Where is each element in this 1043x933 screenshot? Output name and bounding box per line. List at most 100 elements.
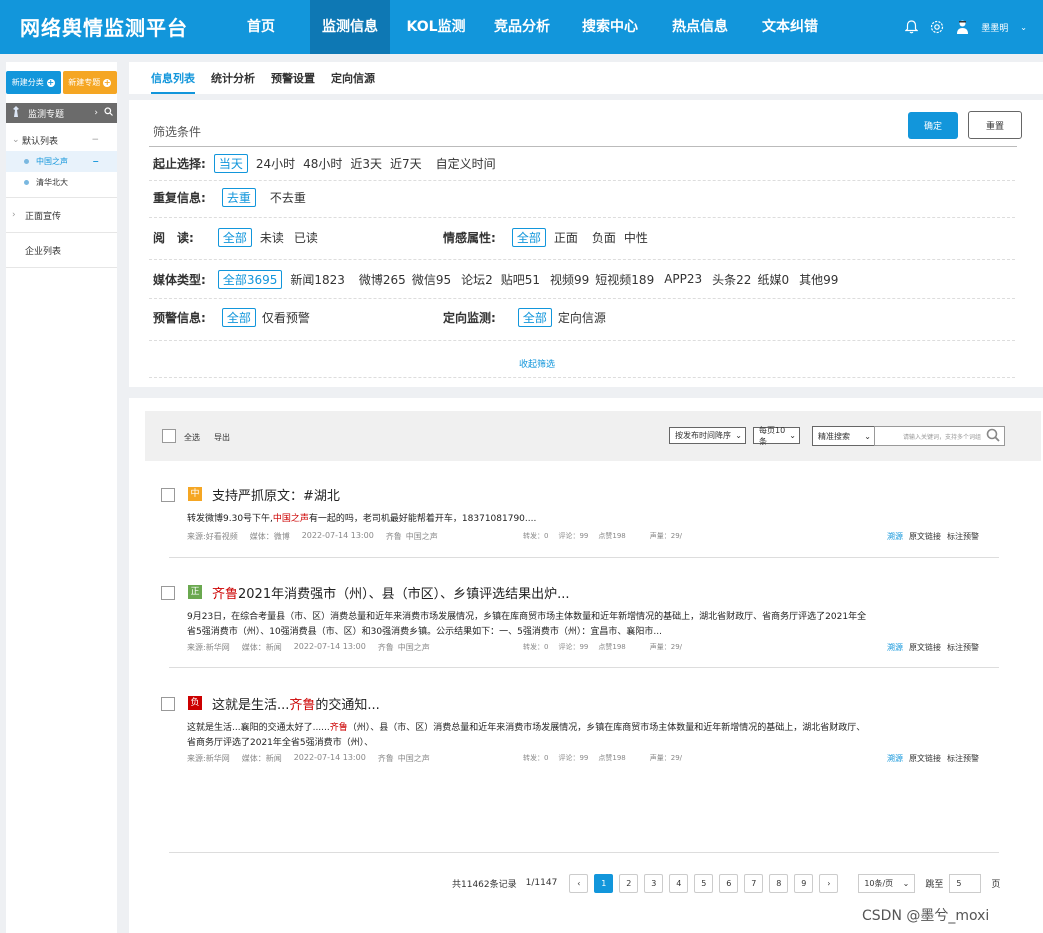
original-link[interactable]: 原文链接 [909,642,941,653]
filter-option[interactable]: 近3天 [350,155,382,172]
item-checkbox[interactable] [161,586,175,600]
filter-option[interactable]: 纸媒0 [757,271,789,288]
page-size-select[interactable]: 10条/页 ⌄ [858,873,916,893]
tree-positive-publicity[interactable]: › 正面宣传 [6,202,117,228]
page-button[interactable]: 1 [594,873,614,893]
page-button[interactable]: 4 [669,873,689,893]
tree-enterprise-list[interactable]: 企业列表 [6,237,117,263]
search-mode-select[interactable]: 精准搜索 ⌄ [812,426,875,446]
tree-item-china-voice[interactable]: 中国之声 − [6,151,117,172]
trace-source-link[interactable]: 溯源 [887,531,903,542]
new-category-button[interactable]: 新建分类 + [6,71,61,94]
tree-default-list[interactable]: ⌄ 默认列表 − [6,129,117,151]
nav-competitor[interactable]: 竞品分析 [484,0,560,54]
filter-option[interactable]: 微信95 [412,271,451,288]
filter-option[interactable]: 中性 [624,229,648,246]
export-button[interactable]: 导出 [214,432,230,443]
page-button[interactable]: 9 [794,873,814,893]
item-title[interactable]: 支持严抓原文：#湖北 [212,485,340,504]
filter-option[interactable]: APP23 [664,272,702,286]
filter-option[interactable]: 其他99 [799,271,838,288]
chevron-right-icon[interactable]: › [12,210,25,220]
mark-alert-link[interactable]: 标注预警 [947,753,979,764]
original-link[interactable]: 原文链接 [909,753,941,764]
filter-option[interactable]: 去重 [221,187,256,207]
filter-option[interactable]: 负面 [592,229,616,246]
nav-monitor-info[interactable]: 监测信息 [310,0,390,54]
sort-select[interactable]: 按发布时间降序 ⌄ [669,427,746,444]
collapse-filter-link[interactable]: 收起筛选 [519,357,555,370]
select-all-label[interactable]: 全选 [184,432,200,443]
filter-option[interactable]: 正面 [554,229,578,246]
tab-directed-sources[interactable]: 定向信源 [331,62,375,94]
page-button[interactable]: 5 [694,873,714,893]
filter-option[interactable]: 全部 [511,227,546,247]
item-title[interactable]: 这就是生活...齐鲁的交通知... [212,694,380,713]
new-topic-button[interactable]: 新建专题 + [62,71,117,94]
search-icon[interactable] [104,107,113,119]
nav-kol[interactable]: KOL监测 [394,0,478,54]
item-title[interactable]: 齐鲁2021年消费强市（州）、县（市区）、乡镇评选结果出炉... [212,583,570,602]
page-button[interactable]: 6 [719,873,739,893]
tree-item-tsinghua-pku[interactable]: 清华北大 [6,172,117,193]
reset-button[interactable]: 重置 [968,111,1022,139]
filter-option[interactable]: 定向信源 [558,309,606,326]
filter-option[interactable]: 贴吧51 [501,271,540,288]
tab-info-list[interactable]: 信息列表 [151,62,195,94]
item-checkbox[interactable] [161,697,175,711]
mark-alert-link[interactable]: 标注预警 [947,531,979,542]
filter-option[interactable]: 48小时 [303,155,342,172]
filter-option[interactable]: 当天 [213,153,248,173]
filter-option[interactable]: 全部3695 [217,269,283,289]
nav-home[interactable]: 首页 [222,0,300,54]
username[interactable]: 墨墨明 [981,21,1008,34]
bell-icon[interactable] [905,20,919,34]
filter-option[interactable]: 论坛2 [461,271,493,288]
filter-option[interactable]: 仅看预警 [262,309,310,326]
page-button[interactable]: 3 [644,873,664,893]
filter-option[interactable]: 不去重 [270,189,306,206]
chevron-down-icon[interactable]: ⌄ [1020,23,1027,32]
avatar[interactable] [956,19,969,35]
filter-option[interactable]: 全部 [217,227,252,247]
mark-alert-link[interactable]: 标注预警 [947,642,979,653]
filter-option[interactable]: 新闻1823 [290,271,345,288]
filter-option[interactable]: 微博265 [359,271,406,288]
page-button[interactable]: 2 [619,873,639,893]
prev-page-button[interactable]: ‹ [569,873,589,893]
nav-text-correction[interactable]: 文本纠错 [750,0,830,54]
chevron-right-icon[interactable]: › [94,108,98,118]
trace-source-link[interactable]: 溯源 [887,753,903,764]
nav-search-center[interactable]: 搜索中心 [570,0,650,54]
select-all-checkbox[interactable] [162,429,176,443]
filter-option[interactable]: 全部 [517,307,552,327]
filter-option[interactable]: 24小时 [256,155,295,172]
page-button[interactable]: 8 [769,873,789,893]
tab-alert-settings[interactable]: 预警设置 [271,62,315,94]
filter-option[interactable]: 视频99 [550,271,589,288]
filter-option[interactable]: 已读 [294,229,318,246]
filter-option[interactable]: 未读 [260,229,284,246]
filter-option[interactable]: 头条22 [712,271,751,288]
per-page-select[interactable]: 每页10条 ⌄ [753,426,800,446]
collapse-icon[interactable]: − [91,135,99,145]
nav-hot-info[interactable]: 热点信息 [660,0,740,54]
search-icon[interactable] [986,428,1000,444]
jump-page-input[interactable]: 5 [949,873,982,893]
filter-option[interactable]: 近7天 [390,155,422,172]
minus-icon[interactable]: − [92,157,99,166]
original-link[interactable]: 原文链接 [909,531,941,542]
confirm-button[interactable]: 确定 [908,112,958,139]
search-input[interactable]: 请输入关键词，支持多个词组 [874,426,1005,446]
filter-option[interactable]: 全部 [221,307,256,327]
page-button[interactable]: 7 [744,873,764,893]
tab-statistics[interactable]: 统计分析 [211,62,255,94]
trace-source-link[interactable]: 溯源 [887,642,903,653]
chevron-down-icon[interactable]: ⌄ [12,135,22,145]
filter-option[interactable]: 短视频189 [595,271,654,288]
filter-option[interactable]: 自定义时间 [436,155,496,172]
gear-icon[interactable] [930,20,944,34]
item-checkbox[interactable] [161,488,175,502]
next-page-button[interactable]: › [819,873,839,893]
topic-section-header[interactable]: 监测专题 › [6,103,117,123]
